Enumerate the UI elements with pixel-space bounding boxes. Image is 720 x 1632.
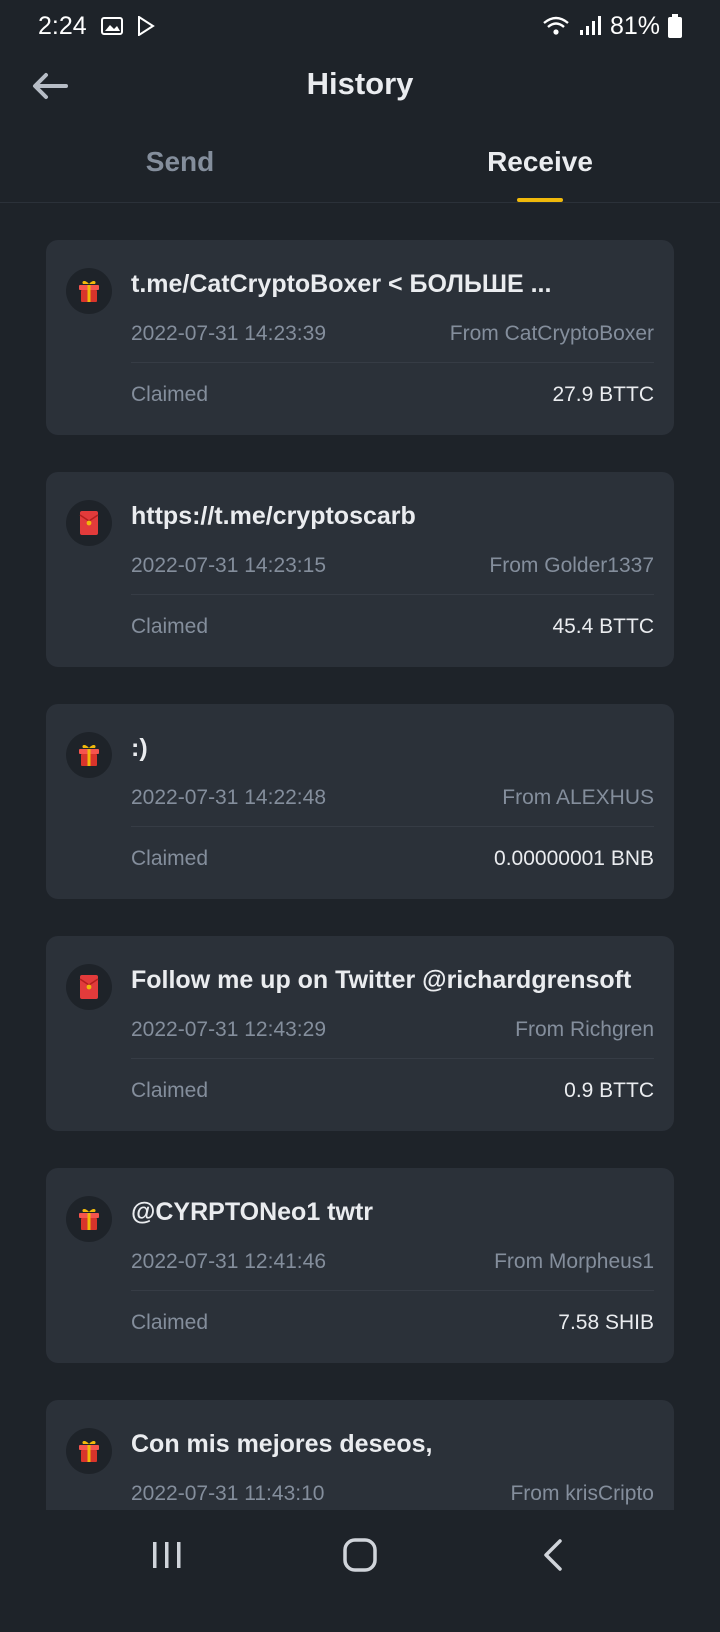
page-title: History (306, 66, 414, 101)
card-status: Claimed (131, 847, 209, 870)
status-time: 2:24 (38, 11, 87, 40)
card-title: t.me/CatCryptoBoxer < БОЛЬШЕ ... (131, 270, 552, 298)
tab-send-label: Send (145, 146, 215, 177)
card-title: :) (131, 734, 148, 762)
wifi-icon (542, 15, 570, 37)
card-amount: 7.58 SHIB (558, 1311, 654, 1334)
history-card[interactable]: @CYRPTONeo1 twtr 2022-07-31 12:41:46 Fro… (46, 1168, 674, 1363)
gift-box-icon (66, 732, 112, 778)
card-status: Claimed (131, 615, 209, 638)
card-date: 2022-07-31 12:43:29 (131, 1018, 326, 1041)
history-list: t.me/CatCryptoBoxer < БОЛЬШЕ ... 2022-07… (46, 240, 674, 1632)
card-title: @CYRPTONeo1 twtr (131, 1198, 374, 1226)
card-amount: 0.00000001 BNB (494, 847, 654, 870)
card-status: Claimed (131, 1311, 209, 1334)
card-date: 2022-07-31 14:23:15 (131, 554, 326, 577)
card-from: From Richgren (515, 1018, 654, 1041)
history-card[interactable]: https://t.me/cryptoscarb 2022-07-31 14:2… (46, 472, 674, 667)
card-from: From Golder1337 (489, 554, 654, 577)
recent-apps-button[interactable] (127, 1525, 207, 1585)
system-nav-bar (0, 1510, 720, 1600)
home-button[interactable] (320, 1525, 400, 1585)
card-date: 2022-07-31 14:22:48 (131, 786, 326, 809)
card-title: https://t.me/cryptoscarb (131, 502, 416, 530)
gift-box-icon (66, 1196, 112, 1242)
gift-box-icon (66, 1428, 112, 1474)
card-from: From Morpheus1 (494, 1250, 654, 1273)
home-icon (343, 1538, 377, 1572)
battery-percent: 81% (609, 11, 660, 40)
card-status: Claimed (131, 1079, 209, 1102)
tab-bar: Send Receive (0, 130, 720, 203)
card-from: From CatCryptoBoxer (449, 322, 654, 345)
card-divider (131, 826, 654, 827)
history-card[interactable]: t.me/CatCryptoBoxer < БОЛЬШЕ ... 2022-07… (46, 240, 674, 435)
card-amount: 45.4 BTTC (552, 615, 654, 638)
header: History (0, 52, 720, 120)
recent-apps-icon (152, 1542, 181, 1568)
card-status: Claimed (131, 383, 209, 406)
tab-send[interactable]: Send (0, 130, 360, 202)
card-title: Follow me up on Twitter @richardgrensoft (131, 966, 632, 994)
active-tab-indicator (517, 198, 563, 202)
card-divider (131, 362, 654, 363)
battery-icon (668, 14, 682, 38)
card-date: 2022-07-31 11:43:10 (131, 1482, 325, 1505)
card-from: From ALEXHUS (502, 786, 654, 809)
tab-receive[interactable]: Receive (360, 130, 720, 202)
card-date: 2022-07-31 14:23:39 (131, 322, 326, 345)
card-title: Con mis mejores deseos, (131, 1430, 433, 1458)
red-envelope-icon (66, 964, 112, 1010)
back-icon (544, 1539, 563, 1571)
history-card[interactable]: :) 2022-07-31 14:22:48 From ALEXHUS Clai… (46, 704, 674, 899)
card-amount: 27.9 BTTC (552, 383, 654, 406)
status-left: 2:24 (38, 12, 155, 41)
history-card[interactable]: Follow me up on Twitter @richardgrensoft… (46, 936, 674, 1131)
play-store-icon (137, 16, 155, 36)
card-divider (131, 1058, 654, 1059)
system-back-button[interactable] (513, 1525, 593, 1585)
red-envelope-icon (66, 500, 112, 546)
gift-box-icon (66, 268, 112, 314)
card-from: From krisCripto (510, 1482, 654, 1505)
card-divider (131, 594, 654, 595)
gallery-icon (100, 16, 123, 36)
status-bar: 2:24 81% (0, 0, 720, 52)
card-divider (131, 1290, 654, 1291)
card-amount: 0.9 BTTC (564, 1079, 654, 1102)
card-date: 2022-07-31 12:41:46 (131, 1250, 326, 1273)
signal-icon (578, 15, 602, 37)
status-right: 81% (542, 12, 682, 41)
tab-receive-label: Receive (487, 146, 593, 177)
